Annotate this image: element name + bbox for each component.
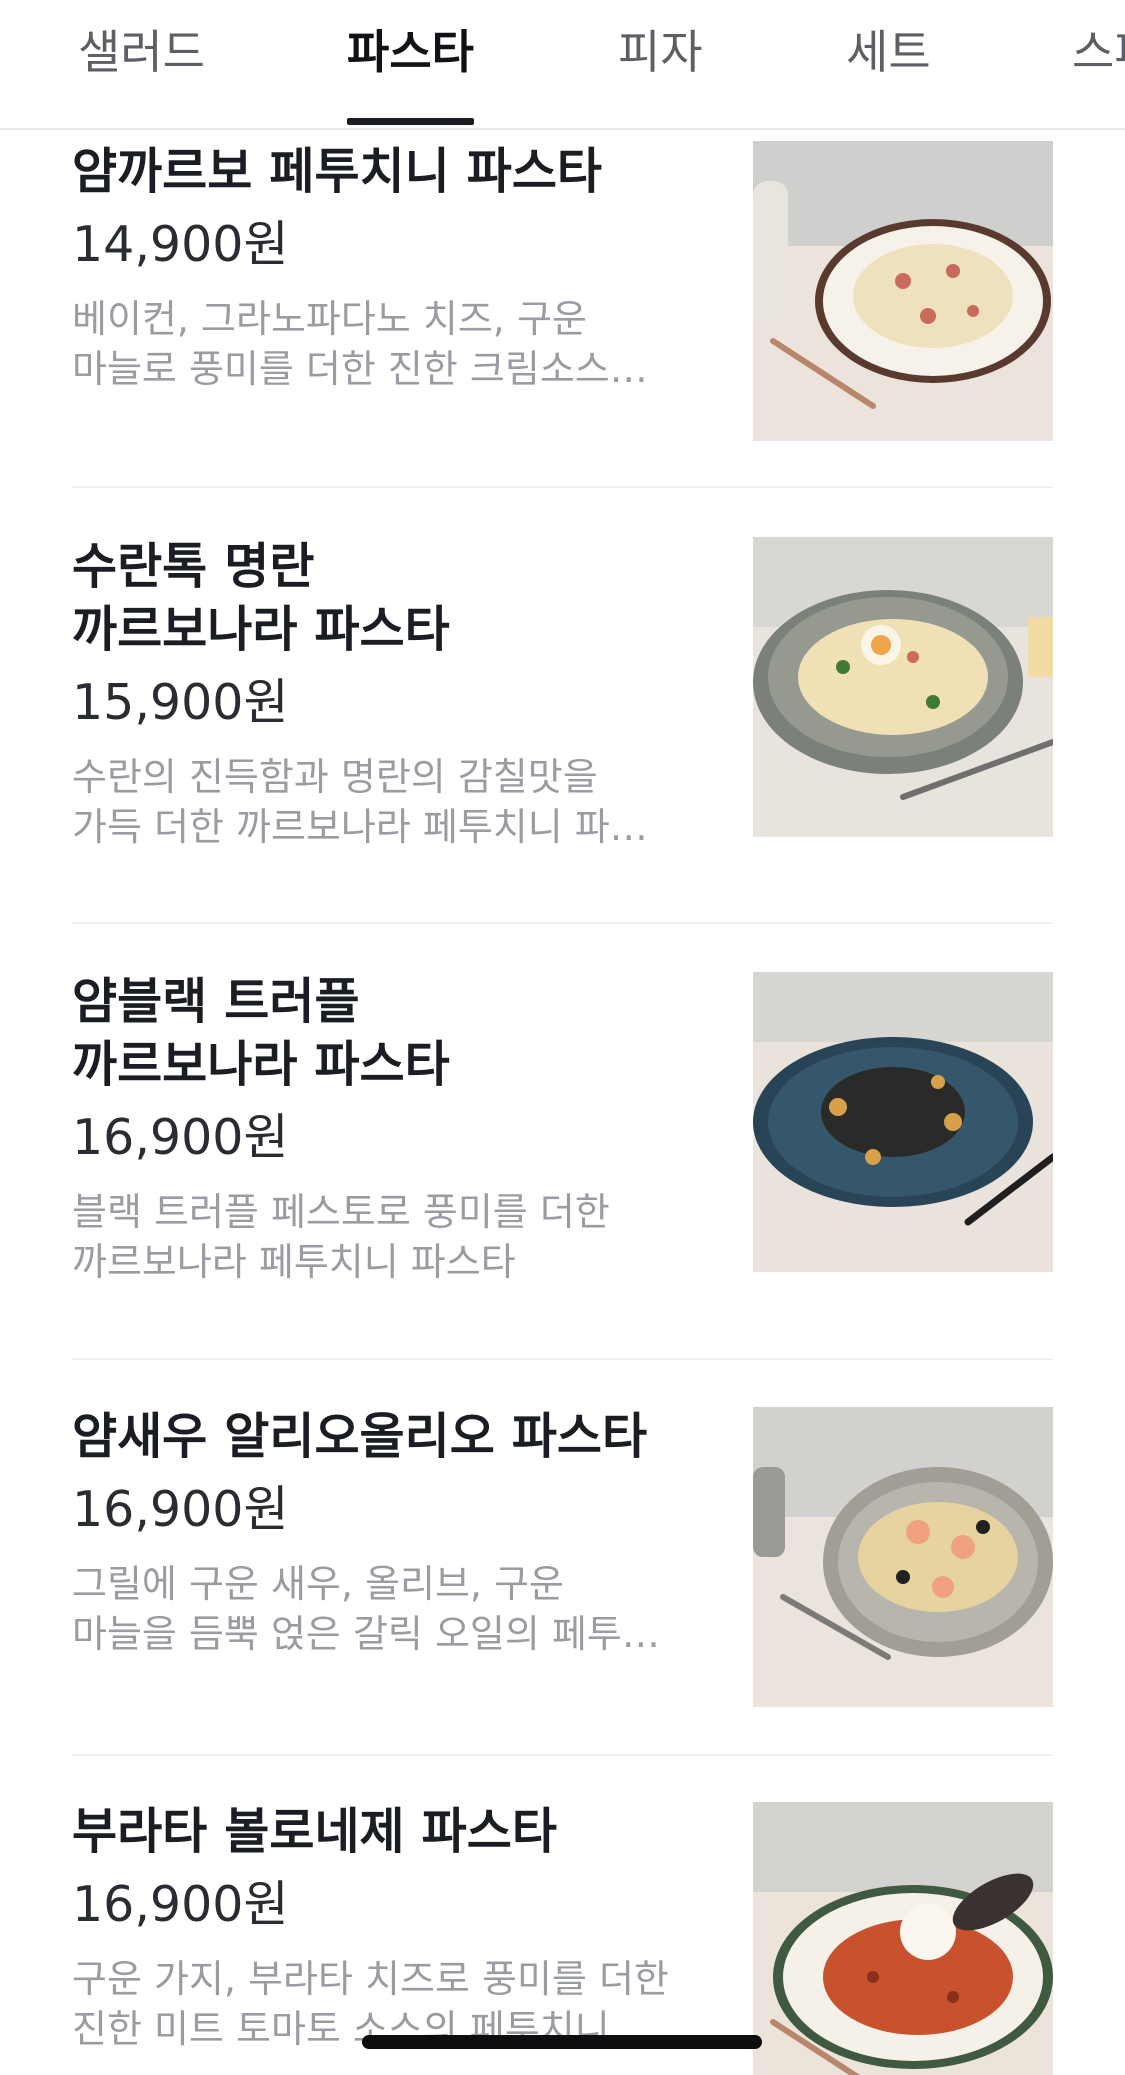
divider [72, 486, 1053, 488]
category-tab-bar: 샐러드 파스타 피자 세트 스파 [0, 0, 1125, 130]
menu-item-name: 얌새우 알리오올리오 파스타 [72, 1408, 648, 1465]
menu-item[interactable]: 얌까르보 페투치니 파스타 14,900원 베이컨, 그라노파다노 치즈, 구운… [72, 140, 1053, 441]
menu-item-name: 얌블랙 트러플 까르보나라 파스타 [72, 973, 450, 1093]
menu-item[interactable]: 얌블랙 트러플 까르보나라 파스타 16,900원 블랙 트러플 페스토로 풍미… [72, 970, 1053, 1284]
menu-item-description: 베이컨, 그라노파다노 치즈, 구운 마늘로 풍미를 더한 진한 크림소스… [72, 297, 648, 391]
menu-item-price: 16,900원 [72, 1109, 289, 1166]
menu-item-text: 수란톡 명란 까르보나라 파스타 15,900원 수란의 진득함과 명란의 감칠… [72, 535, 692, 852]
tab-pizza[interactable]: 피자 [618, 14, 703, 90]
menu-item-description: 그릴에 구운 새우, 올리브, 구운 마늘을 듬뿍 얹은 갈릭 오일의 페투… [72, 1562, 660, 1656]
menu-item-text: 부라타 볼로네제 파스타 16,900원 구운 가지, 부라타 치즈로 풍미를 … [72, 1800, 692, 2054]
divider [72, 922, 1053, 924]
menu-item-name: 부라타 볼로네제 파스타 [72, 1803, 557, 1860]
menu-item-price: 14,900원 [72, 216, 289, 273]
menu-item-price: 16,900원 [72, 1481, 289, 1538]
menu-item-text: 얌블랙 트러플 까르보나라 파스타 16,900원 블랙 트러플 페스토로 풍미… [72, 970, 692, 1287]
menu-item-photo [753, 537, 1053, 837]
menu-item-description: 블랙 트러플 페스토로 풍미를 더한 까르보나라 페투치니 파스타 [72, 1190, 610, 1284]
menu-item[interactable]: 부라타 볼로네제 파스타 16,900원 구운 가지, 부라타 치즈로 풍미를 … [72, 1800, 1053, 2075]
divider [72, 1358, 1053, 1360]
menu-item-text: 얌까르보 페투치니 파스타 14,900원 베이컨, 그라노파다노 치즈, 구운… [72, 140, 692, 394]
menu-item-name: 얌까르보 페투치니 파스타 [72, 143, 602, 200]
menu-item-text: 얌새우 알리오올리오 파스타 16,900원 그릴에 구운 새우, 올리브, 구… [72, 1405, 692, 1659]
home-indicator[interactable] [362, 2035, 762, 2049]
menu-screen: 샐러드 파스타 피자 세트 스파 얌까르보 페투치니 파스타 14,900원 베… [0, 0, 1125, 2075]
tab-spaghetti-partial[interactable]: 스파 [1072, 14, 1125, 90]
tab-salad[interactable]: 샐러드 [78, 14, 205, 90]
menu-item-price: 15,900원 [72, 674, 289, 731]
menu-item[interactable]: 얌새우 알리오올리오 파스타 16,900원 그릴에 구운 새우, 올리브, 구… [72, 1405, 1053, 1707]
tab-set[interactable]: 세트 [846, 14, 931, 90]
active-tab-indicator [347, 118, 474, 125]
divider [72, 1754, 1053, 1756]
tab-pasta[interactable]: 파스타 [347, 14, 474, 90]
menu-item-photo [753, 141, 1053, 441]
menu-item[interactable]: 수란톡 명란 까르보나라 파스타 15,900원 수란의 진득함과 명란의 감칠… [72, 535, 1053, 849]
menu-item-photo [753, 1407, 1053, 1707]
menu-item-photo [753, 1802, 1053, 2075]
menu-item-name: 수란톡 명란 까르보나라 파스타 [72, 538, 450, 658]
menu-item-price: 16,900원 [72, 1876, 289, 1933]
menu-item-description: 수란의 진득함과 명란의 감칠맛을 가득 더한 까르보나라 페투치니 파… [72, 755, 648, 849]
menu-item-photo [753, 972, 1053, 1272]
